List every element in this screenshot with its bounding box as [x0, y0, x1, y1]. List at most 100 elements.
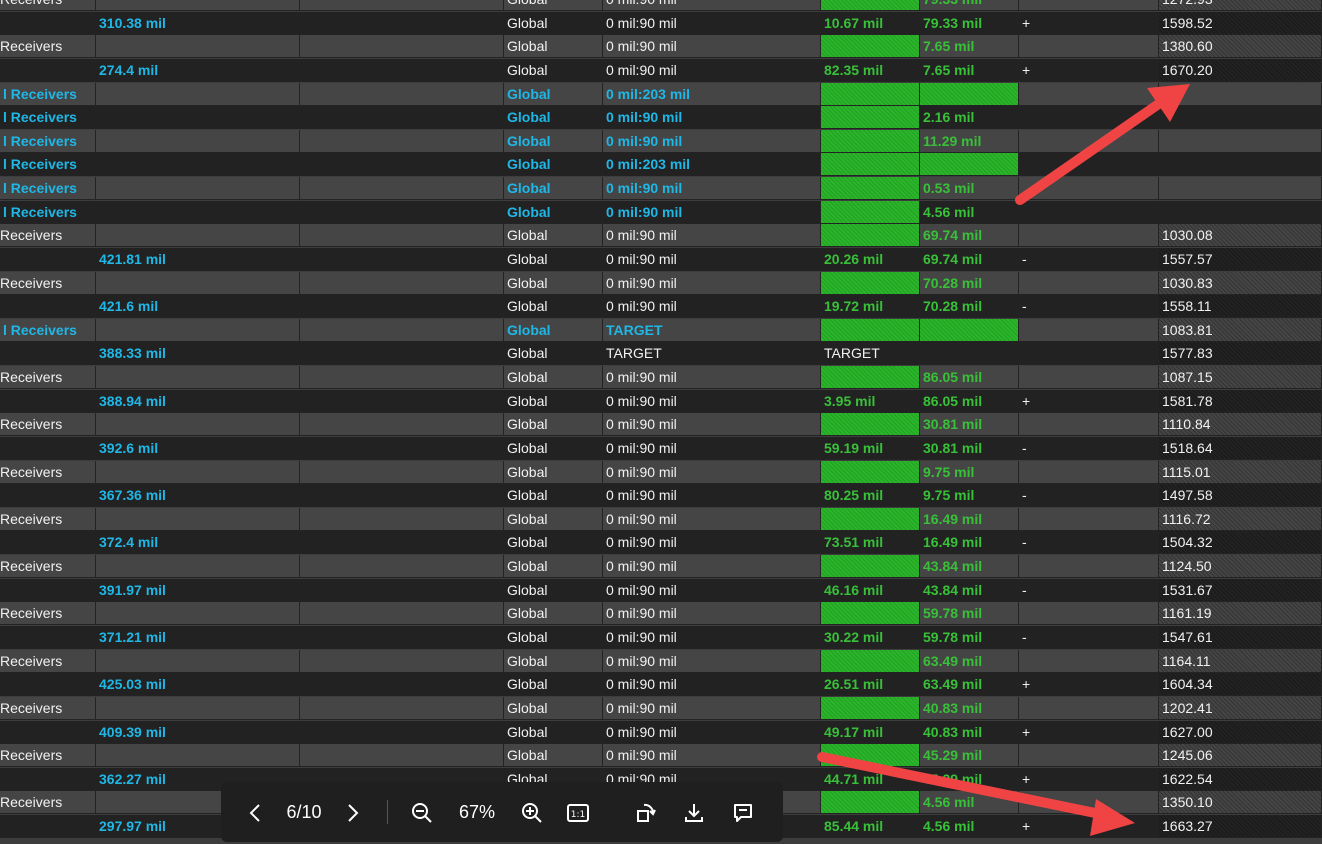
blank-cell[interactable]: [300, 507, 504, 531]
sign-cell[interactable]: [1019, 791, 1159, 815]
blank-cell[interactable]: [300, 673, 504, 697]
next-page-button[interactable]: [337, 782, 367, 842]
sign-cell[interactable]: -: [1019, 578, 1159, 602]
value-cell[interactable]: [920, 318, 1019, 342]
value-cell[interactable]: 59.78 mil: [920, 626, 1019, 649]
table-row[interactable]: l Receivers Global 0 mil:90 mil 2.16 mil: [0, 106, 1322, 130]
sign-cell[interactable]: [1019, 507, 1159, 531]
number-cell[interactable]: 1116.72: [1159, 507, 1322, 531]
range-cell[interactable]: 0 mil:90 mil: [603, 177, 821, 201]
value-cell[interactable]: 16.49 mil: [920, 531, 1019, 555]
name-cell[interactable]: l Receivers: [0, 153, 96, 177]
range-cell[interactable]: 0 mil:90 mil: [603, 602, 821, 626]
name-cell[interactable]: [0, 578, 96, 602]
value-cell[interactable]: 2.16 mil: [920, 106, 1019, 130]
id-cell[interactable]: [96, 82, 300, 106]
id-cell[interactable]: 425.03 mil: [96, 673, 300, 697]
number-cell[interactable]: [1159, 106, 1322, 130]
sign-cell[interactable]: [1019, 271, 1159, 295]
change-cell[interactable]: [821, 224, 920, 248]
region-cell[interactable]: Global: [504, 0, 603, 11]
region-cell[interactable]: Global: [504, 626, 603, 649]
name-cell[interactable]: [0, 247, 96, 271]
blank-cell[interactable]: [300, 82, 504, 106]
blank-cell[interactable]: [300, 224, 504, 248]
region-cell[interactable]: Global: [504, 11, 603, 35]
sign-cell[interactable]: +: [1019, 815, 1159, 839]
table-row[interactable]: 372.4 mil Global 0 mil:90 mil 73.51 mil 16.4…: [0, 531, 1322, 555]
table-row[interactable]: 367.36 mil Global 0 mil:90 mil 80.25 mil 9.7…: [0, 484, 1322, 508]
value-cell[interactable]: 86.05 mil: [920, 389, 1019, 413]
region-cell[interactable]: Global: [504, 484, 603, 508]
region-cell[interactable]: Global: [504, 436, 603, 460]
blank-cell[interactable]: [300, 555, 504, 579]
id-cell[interactable]: [96, 106, 300, 130]
value-cell[interactable]: [920, 153, 1019, 177]
sign-cell[interactable]: [1019, 602, 1159, 626]
prev-page-button[interactable]: [241, 782, 271, 842]
blank-cell[interactable]: [300, 295, 504, 319]
range-cell[interactable]: 0 mil:90 mil: [603, 744, 821, 768]
id-cell[interactable]: [96, 153, 300, 177]
sign-cell[interactable]: -: [1019, 531, 1159, 555]
value-cell[interactable]: 4.56 mil: [920, 815, 1019, 839]
id-cell[interactable]: 371.21 mil: [96, 626, 300, 649]
number-cell[interactable]: 1670.20: [1159, 58, 1322, 82]
name-cell[interactable]: Receivers: [0, 35, 96, 59]
change-cell[interactable]: 82.35 mil: [821, 58, 920, 82]
change-cell[interactable]: 26.51 mil: [821, 673, 920, 697]
name-cell[interactable]: Receivers: [0, 271, 96, 295]
id-cell[interactable]: 388.94 mil: [96, 389, 300, 413]
sign-cell[interactable]: -: [1019, 436, 1159, 460]
id-cell[interactable]: 421.6 mil: [96, 295, 300, 319]
region-cell[interactable]: Global: [504, 106, 603, 130]
number-cell[interactable]: 1164.11: [1159, 649, 1322, 673]
value-cell[interactable]: 7.65 mil: [920, 58, 1019, 82]
sign-cell[interactable]: [1019, 649, 1159, 673]
range-cell[interactable]: 0 mil:90 mil: [603, 129, 821, 153]
blank-cell[interactable]: [300, 58, 504, 82]
range-cell[interactable]: 0 mil:203 mil: [603, 153, 821, 177]
value-cell[interactable]: 40.83 mil: [920, 696, 1019, 720]
value-cell[interactable]: 63.49 mil: [920, 673, 1019, 697]
sign-cell[interactable]: [1019, 366, 1159, 390]
name-cell[interactable]: l Receivers: [0, 82, 96, 106]
range-cell[interactable]: 0 mil:90 mil: [603, 555, 821, 579]
range-cell[interactable]: 0 mil:90 mil: [603, 224, 821, 248]
region-cell[interactable]: Global: [504, 247, 603, 271]
download-button[interactable]: [679, 782, 709, 842]
table-row[interactable]: Receivers Global 0 mil:90 mil 9.75 mil 1115.…: [0, 460, 1322, 484]
table-row[interactable]: 409.39 mil Global 0 mil:90 mil 49.17 mil 40.…: [0, 720, 1322, 744]
change-cell[interactable]: [821, 0, 920, 11]
value-cell[interactable]: 30.81 mil: [920, 413, 1019, 437]
sign-cell[interactable]: [1019, 224, 1159, 248]
value-cell[interactable]: 4.56 mil: [920, 200, 1019, 224]
change-cell[interactable]: 19.72 mil: [821, 295, 920, 319]
comment-button[interactable]: [728, 782, 758, 842]
table-row[interactable]: l Receivers Global 0 mil:90 mil 4.56 mil: [0, 200, 1322, 224]
range-cell[interactable]: 0 mil:90 mil: [603, 436, 821, 460]
id-cell[interactable]: 392.6 mil: [96, 436, 300, 460]
sign-cell[interactable]: +: [1019, 767, 1159, 791]
change-cell[interactable]: 85.44 mil: [821, 815, 920, 839]
value-cell[interactable]: 79.33 mil: [920, 11, 1019, 35]
value-cell[interactable]: 69.74 mil: [920, 247, 1019, 271]
change-cell[interactable]: [821, 153, 920, 177]
range-cell[interactable]: 0 mil:90 mil: [603, 507, 821, 531]
id-cell[interactable]: [96, 224, 300, 248]
range-cell[interactable]: 0 mil:90 mil: [603, 413, 821, 437]
sign-cell[interactable]: +: [1019, 673, 1159, 697]
number-cell[interactable]: 1124.50: [1159, 555, 1322, 579]
value-cell[interactable]: 59.78 mil: [920, 602, 1019, 626]
sign-cell[interactable]: -: [1019, 626, 1159, 649]
id-cell[interactable]: [96, 129, 300, 153]
sign-cell[interactable]: [1019, 35, 1159, 59]
id-cell[interactable]: [96, 271, 300, 295]
sign-cell[interactable]: [1019, 82, 1159, 106]
name-cell[interactable]: Receivers: [0, 791, 96, 815]
name-cell[interactable]: [0, 11, 96, 35]
name-cell[interactable]: [0, 436, 96, 460]
name-cell[interactable]: Receivers: [0, 366, 96, 390]
change-cell[interactable]: [821, 129, 920, 153]
blank-cell[interactable]: [300, 720, 504, 744]
